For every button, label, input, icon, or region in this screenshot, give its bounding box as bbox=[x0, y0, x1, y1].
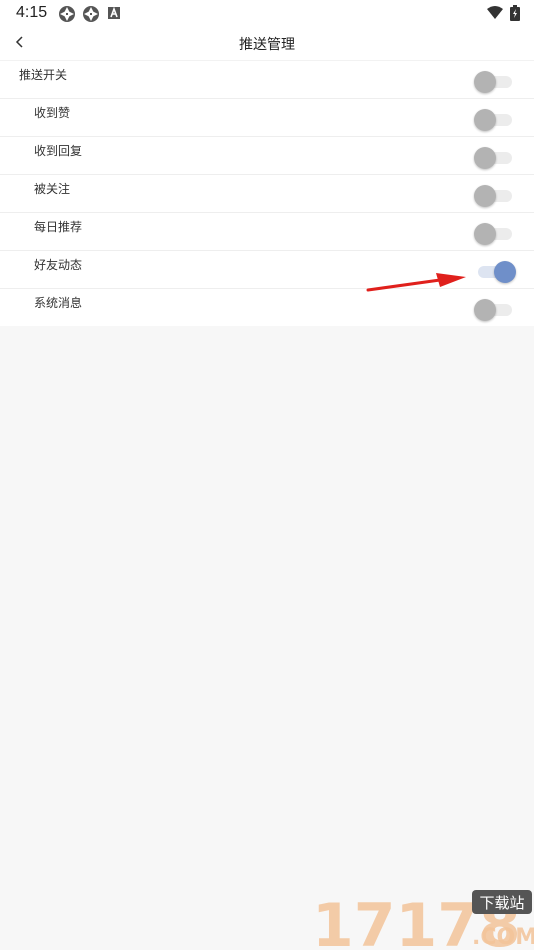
setting-label: 好友动态 bbox=[34, 258, 83, 272]
toggle-friend-updates[interactable] bbox=[474, 261, 516, 283]
setting-label: 推送开关 bbox=[19, 68, 68, 82]
toggle-knob bbox=[474, 147, 496, 169]
setting-row-daily-recommend: 每日推荐 bbox=[0, 212, 534, 250]
wifi-icon bbox=[487, 6, 503, 19]
setting-row-likes: 收到赞 bbox=[0, 98, 534, 136]
system-icons bbox=[486, 5, 520, 21]
toggle-knob bbox=[474, 109, 496, 131]
toggle-likes[interactable] bbox=[474, 109, 512, 131]
toggle-knob bbox=[474, 185, 496, 207]
setting-label: 收到回复 bbox=[34, 144, 83, 158]
toggle-daily-recommend[interactable] bbox=[474, 223, 512, 245]
toggle-replies[interactable] bbox=[474, 147, 512, 169]
setting-row-followed: 被关注 bbox=[0, 174, 534, 212]
status-time: 4:15 bbox=[16, 4, 48, 21]
setting-row-replies: 收到回复 bbox=[0, 136, 534, 174]
svg-text:.COM: .COM bbox=[472, 925, 534, 950]
toggle-knob bbox=[494, 261, 516, 283]
status-bar: 4:15 bbox=[0, 0, 534, 28]
setting-label: 被关注 bbox=[34, 182, 71, 196]
svg-text:下载站: 下载站 bbox=[479, 894, 524, 912]
nav-bar: 推送管理 bbox=[0, 28, 534, 60]
aperture-icon bbox=[83, 6, 99, 22]
annotation-arrow bbox=[366, 273, 466, 292]
setting-label: 系统消息 bbox=[34, 296, 83, 310]
toggle-followed[interactable] bbox=[474, 185, 512, 207]
toggle-knob bbox=[474, 299, 496, 321]
setting-row-push-master: 推送开关 bbox=[0, 60, 534, 98]
app-a-icon bbox=[108, 6, 120, 19]
toggle-push-master[interactable] bbox=[474, 71, 512, 93]
toggle-knob bbox=[474, 223, 496, 245]
setting-label: 每日推荐 bbox=[34, 220, 83, 234]
notification-icons bbox=[58, 5, 122, 23]
aperture-icon bbox=[59, 6, 75, 22]
page-title: 推送管理 bbox=[239, 37, 295, 53]
toggle-knob bbox=[474, 71, 496, 93]
battery-charging-icon bbox=[510, 5, 520, 21]
watermark-logo: 17178 下载站 .COM bbox=[312, 890, 534, 950]
setting-label: 收到赞 bbox=[34, 106, 71, 120]
toggle-system-messages[interactable] bbox=[474, 299, 512, 321]
